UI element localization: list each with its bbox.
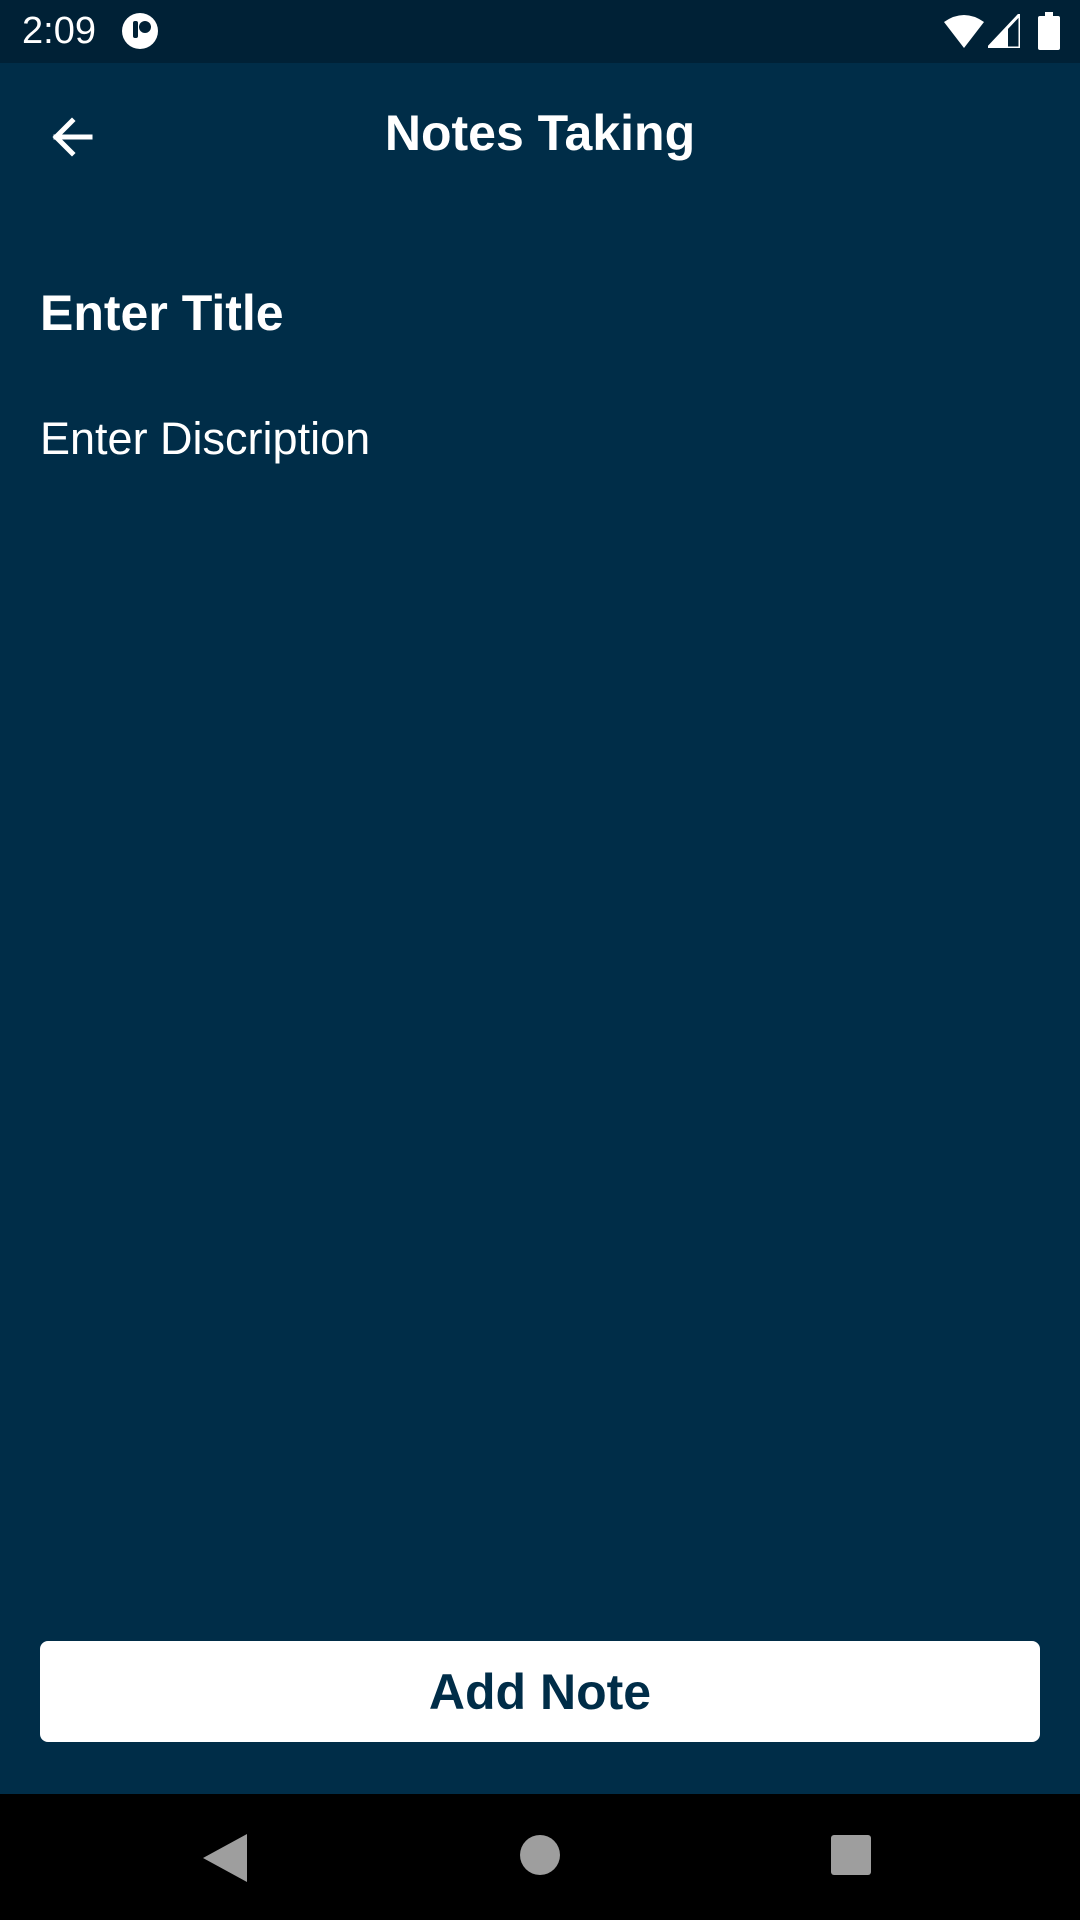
cell-signal-icon [988,14,1020,48]
wifi-icon [944,15,984,48]
nav-back-icon[interactable] [203,1834,247,1882]
status-time: 2:09 [22,10,96,52]
app-bar: Notes Taking [0,63,1080,210]
page-title: Notes Taking [384,105,696,161]
add-note-button[interactable]: Add Note [40,1641,1040,1742]
title-input[interactable] [40,276,1040,350]
notes-screen: 2:09 Notes Taking Add Note [0,0,1080,1920]
status-bar: 2:09 [0,0,1080,63]
description-input[interactable] [40,408,1040,1608]
battery-icon [1038,12,1060,50]
nav-home-icon[interactable] [519,1834,561,1876]
nav-recents-icon[interactable] [830,1834,872,1876]
navigation-bar [0,1794,1080,1920]
app-notification-icon [122,13,158,49]
